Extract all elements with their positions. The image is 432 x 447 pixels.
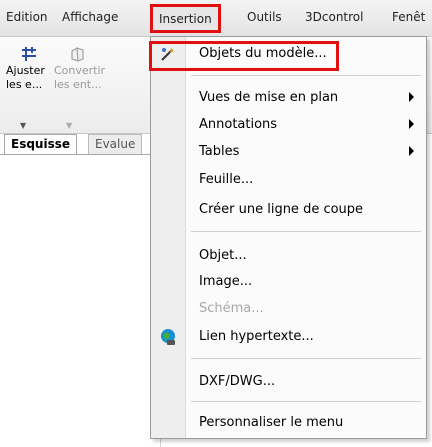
menu-item-label: DXF/DWG...: [199, 374, 276, 389]
tab-evalue[interactable]: Evalue: [88, 134, 143, 154]
menu-separator: [191, 358, 421, 359]
feature-manager-panel: [0, 155, 161, 447]
highlight-frame: [149, 41, 339, 71]
menu-item-label: Tables: [199, 144, 240, 159]
menu-separator: [191, 231, 421, 232]
menu-item-objets-du-modele[interactable]: Objets du modèle...: [149, 41, 426, 71]
menu-item-annotations[interactable]: Annotations: [151, 112, 426, 138]
tab-esquisse[interactable]: Esquisse: [4, 134, 78, 154]
menu-insertion[interactable]: Insertion: [150, 4, 221, 33]
menu-item-label: Schéma...: [199, 301, 264, 316]
menu-item-schema: Schéma...: [151, 296, 426, 322]
menu-fenetre[interactable]: Fenêt: [392, 10, 425, 24]
trim-label-line1: Ajuster: [6, 64, 45, 77]
menu-item-label: Lien hypertexte...: [199, 329, 314, 344]
menu-item-image[interactable]: Image...: [151, 269, 426, 295]
menu-item-dxf-dwg[interactable]: DXF/DWG...: [151, 369, 426, 395]
menu-affichage[interactable]: Affichage: [62, 10, 118, 24]
menu-item-label: Image...: [199, 274, 253, 289]
convert-entities-icon: [71, 47, 84, 62]
trim-entities-button[interactable]: Ajuster les e... ▼: [6, 45, 54, 130]
trim-label-line2: les e...: [6, 78, 43, 91]
menu-item-tables[interactable]: Tables: [151, 139, 426, 165]
trim-dropdown-arrow-icon[interactable]: ▼: [20, 119, 26, 133]
hyperlink-globe-icon: [161, 329, 175, 345]
convert-label-line2: les ent...: [54, 78, 102, 91]
insertion-dropdown-menu: Objets du modèle... Vues de mise en plan…: [149, 36, 427, 439]
convert-label-line1: Convertir: [54, 64, 106, 77]
menu-item-creer-ligne-de-coupe[interactable]: Créer une ligne de coupe: [151, 197, 426, 223]
submenu-arrow-icon: [409, 146, 414, 156]
menu-separator: [191, 401, 421, 402]
menu-item-label: Personnaliser le menu: [199, 415, 344, 430]
submenu-arrow-icon: [409, 119, 414, 129]
menu-outils[interactable]: Outils: [247, 10, 282, 24]
convert-entities-button[interactable]: Convertir les ent... ▼: [54, 45, 106, 130]
menu-item-personnaliser-le-menu[interactable]: Personnaliser le menu: [151, 410, 426, 436]
trim-entities-icon: [22, 47, 36, 61]
menu-item-objet[interactable]: Objet...: [151, 243, 426, 269]
menu-item-feuille[interactable]: Feuille...: [151, 167, 426, 193]
menu-item-label: Objet...: [199, 248, 247, 263]
menu-edition[interactable]: Edition: [6, 10, 48, 24]
command-tabs: Esquisse Evalue: [0, 134, 160, 155]
menu-item-label: Feuille...: [199, 172, 254, 187]
menu-bar: Edition Affichage Insertion Outils 3Dcon…: [0, 0, 432, 37]
menu-3dcontrol[interactable]: 3Dcontrol: [305, 10, 363, 24]
menu-item-label: Annotations: [199, 117, 278, 132]
menu-item-label: Créer une ligne de coupe: [199, 202, 364, 217]
menu-item-vues-de-mise-en-plan[interactable]: Vues de mise en plan: [151, 85, 426, 111]
submenu-arrow-icon: [409, 92, 414, 102]
menu-item-label: Vues de mise en plan: [199, 90, 339, 105]
menu-separator: [191, 75, 421, 76]
convert-dropdown-arrow-icon[interactable]: ▼: [66, 119, 72, 133]
menu-item-lien-hypertexte[interactable]: Lien hypertexte...: [151, 324, 426, 350]
